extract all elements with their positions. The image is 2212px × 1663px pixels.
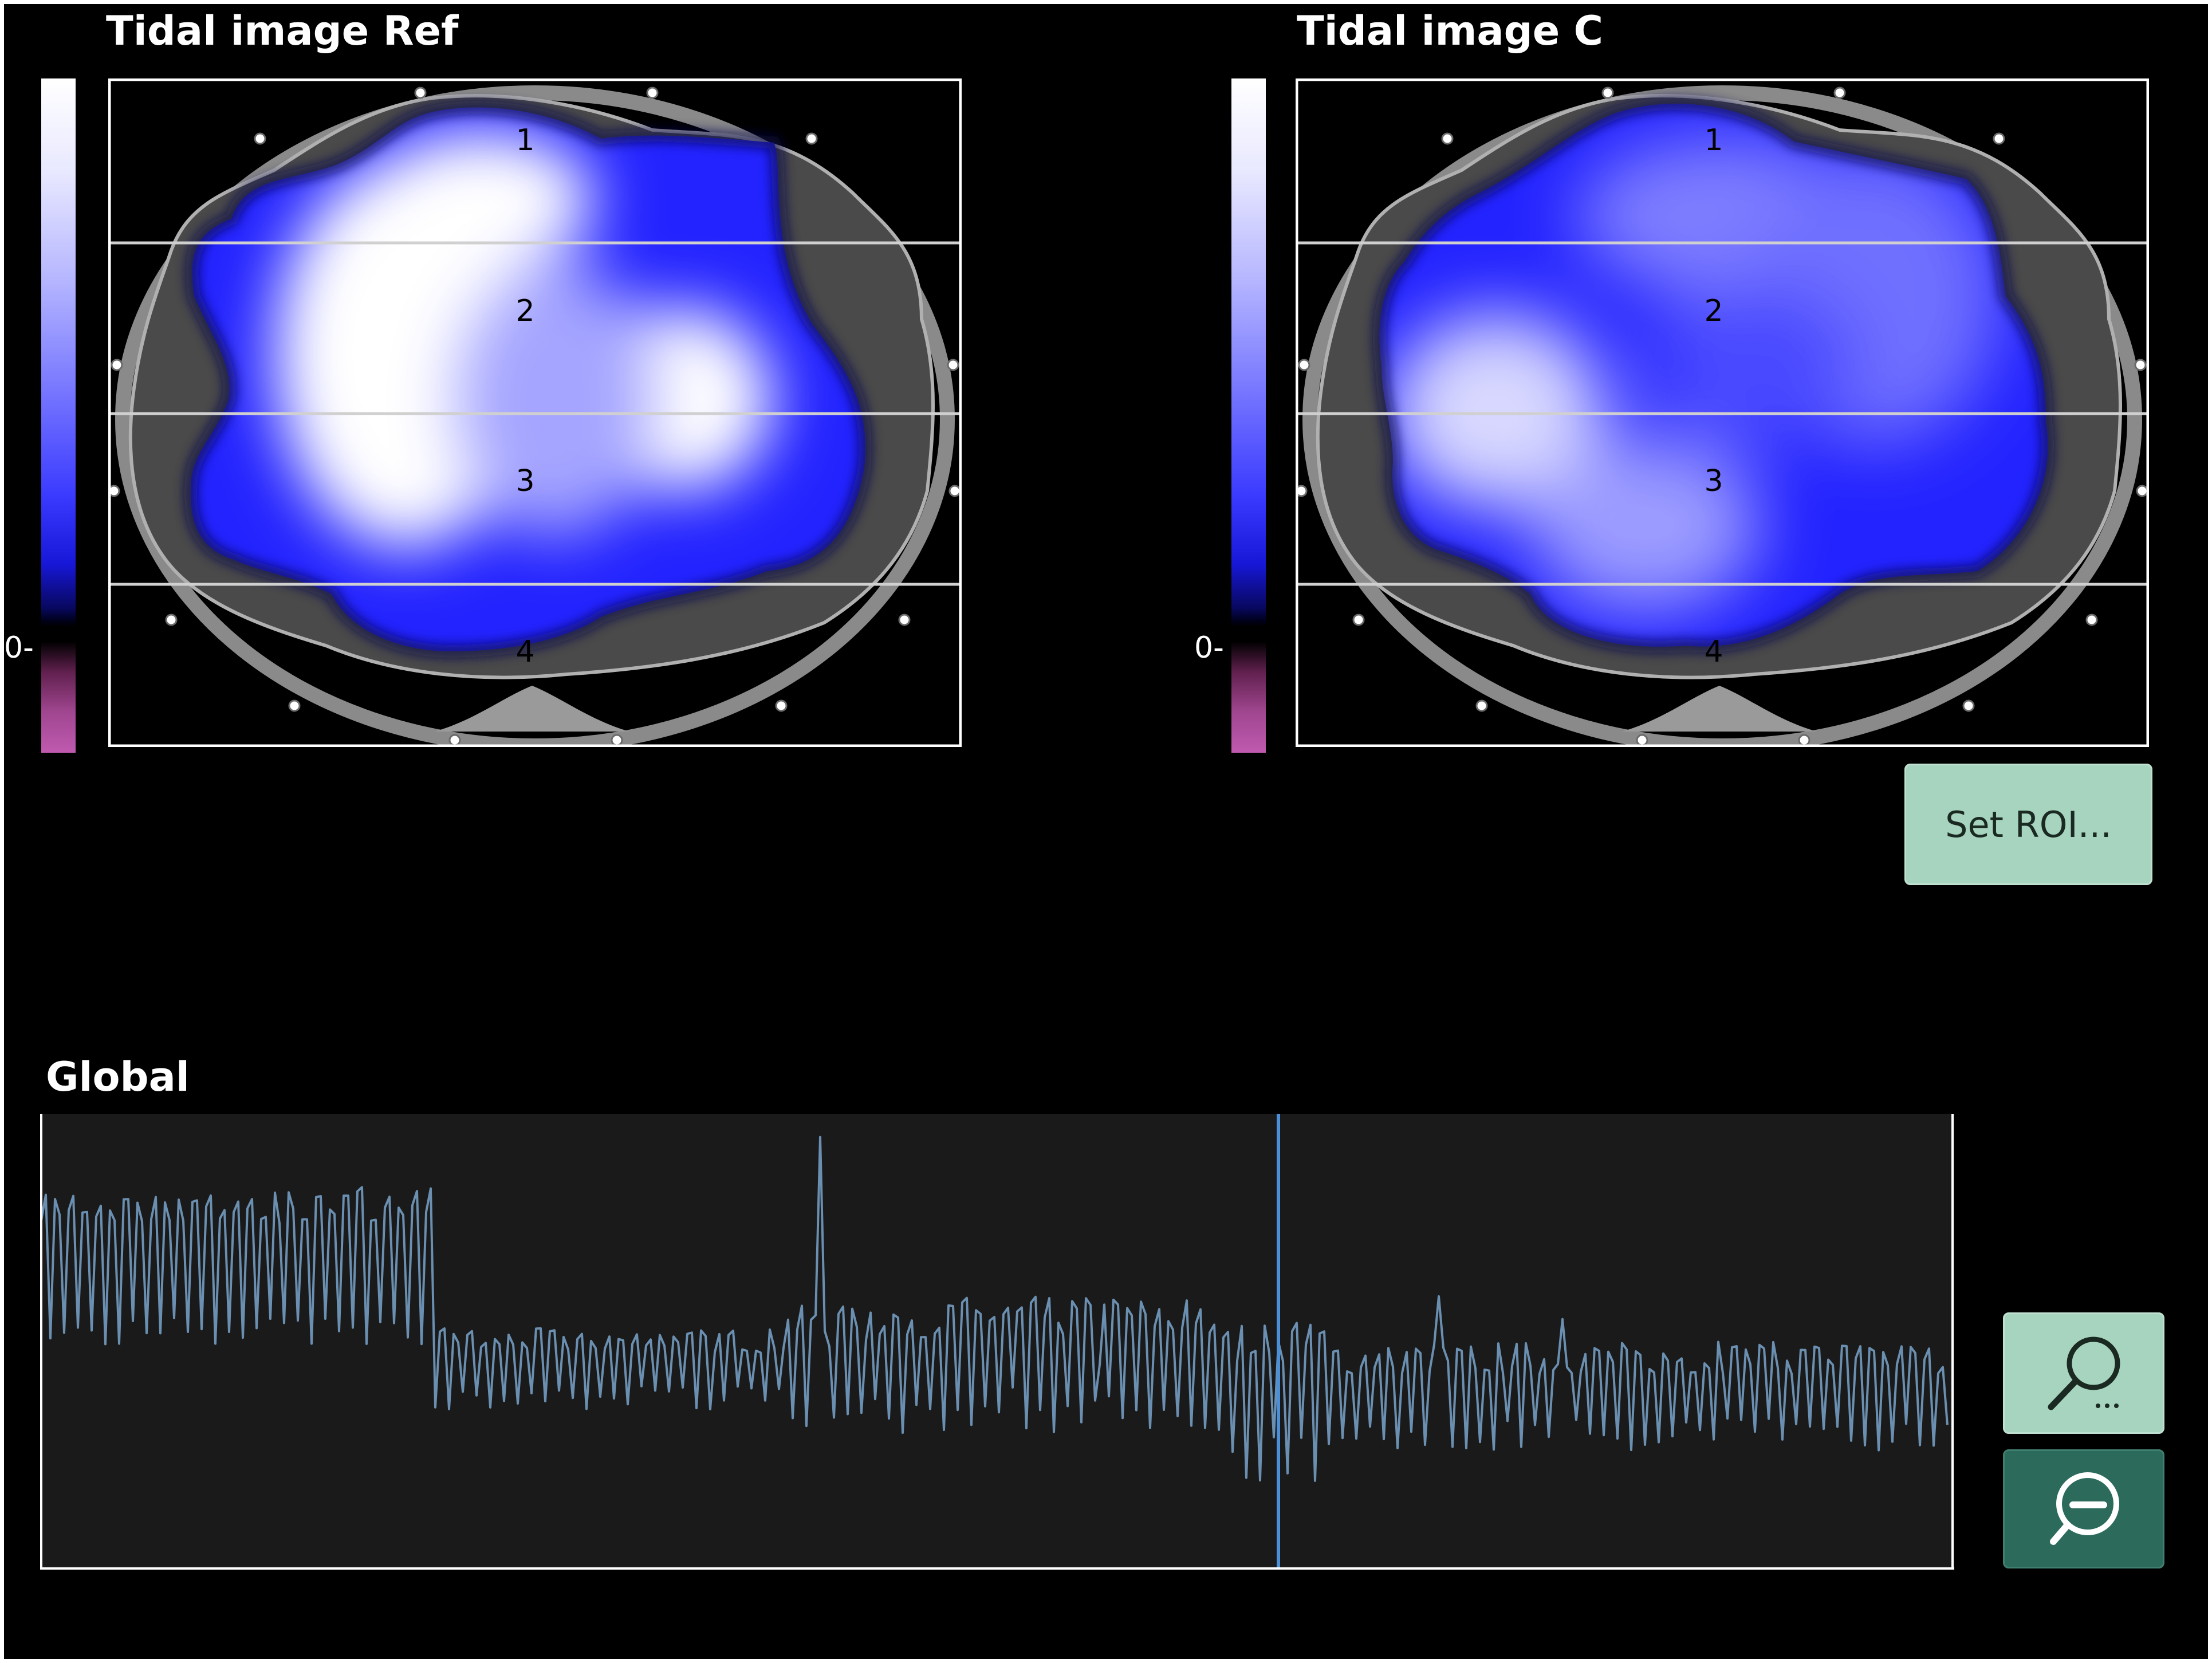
region-label: 3 xyxy=(515,464,534,498)
colorbar-ref xyxy=(41,78,76,753)
region-label: 4 xyxy=(515,635,534,669)
colorbar-c xyxy=(1231,78,1266,753)
zoom-out-minus-icon xyxy=(2050,1472,2119,1545)
panel-title-ref: Tidal image Ref xyxy=(106,7,459,54)
tidal-image-c: 1 2 3 4 xyxy=(1296,78,2149,747)
eit-screen: Tidal image Ref 0- 1 2 3 4 Tidal image C… xyxy=(4,4,2208,1659)
region-label: 1 xyxy=(1704,123,1723,158)
region-label: 2 xyxy=(515,294,534,328)
magnifier-ellipsis-icon xyxy=(2048,1336,2120,1410)
global-waveform-plot xyxy=(40,1114,1954,1570)
set-roi-button[interactable]: Set ROI... xyxy=(1904,764,2152,885)
colorbar-zero-label-ref: 0- xyxy=(4,631,34,665)
region-label: 3 xyxy=(1704,464,1723,498)
global-waveform-line xyxy=(40,1135,1949,1482)
region-label: 4 xyxy=(1704,635,1723,669)
tidal-image-ref: 1 2 3 4 xyxy=(108,78,962,747)
set-roi-label: Set ROI... xyxy=(1945,803,2112,846)
region-label: 1 xyxy=(515,123,534,158)
colorbar-zero-label-c: 0- xyxy=(1194,631,1224,665)
zoom-in-button[interactable] xyxy=(2003,1312,2164,1434)
global-title: Global xyxy=(46,1053,190,1100)
panel-title-c: Tidal image C xyxy=(1297,7,1603,54)
zoom-out-button[interactable] xyxy=(2003,1449,2164,1568)
region-label: 2 xyxy=(1704,294,1723,328)
